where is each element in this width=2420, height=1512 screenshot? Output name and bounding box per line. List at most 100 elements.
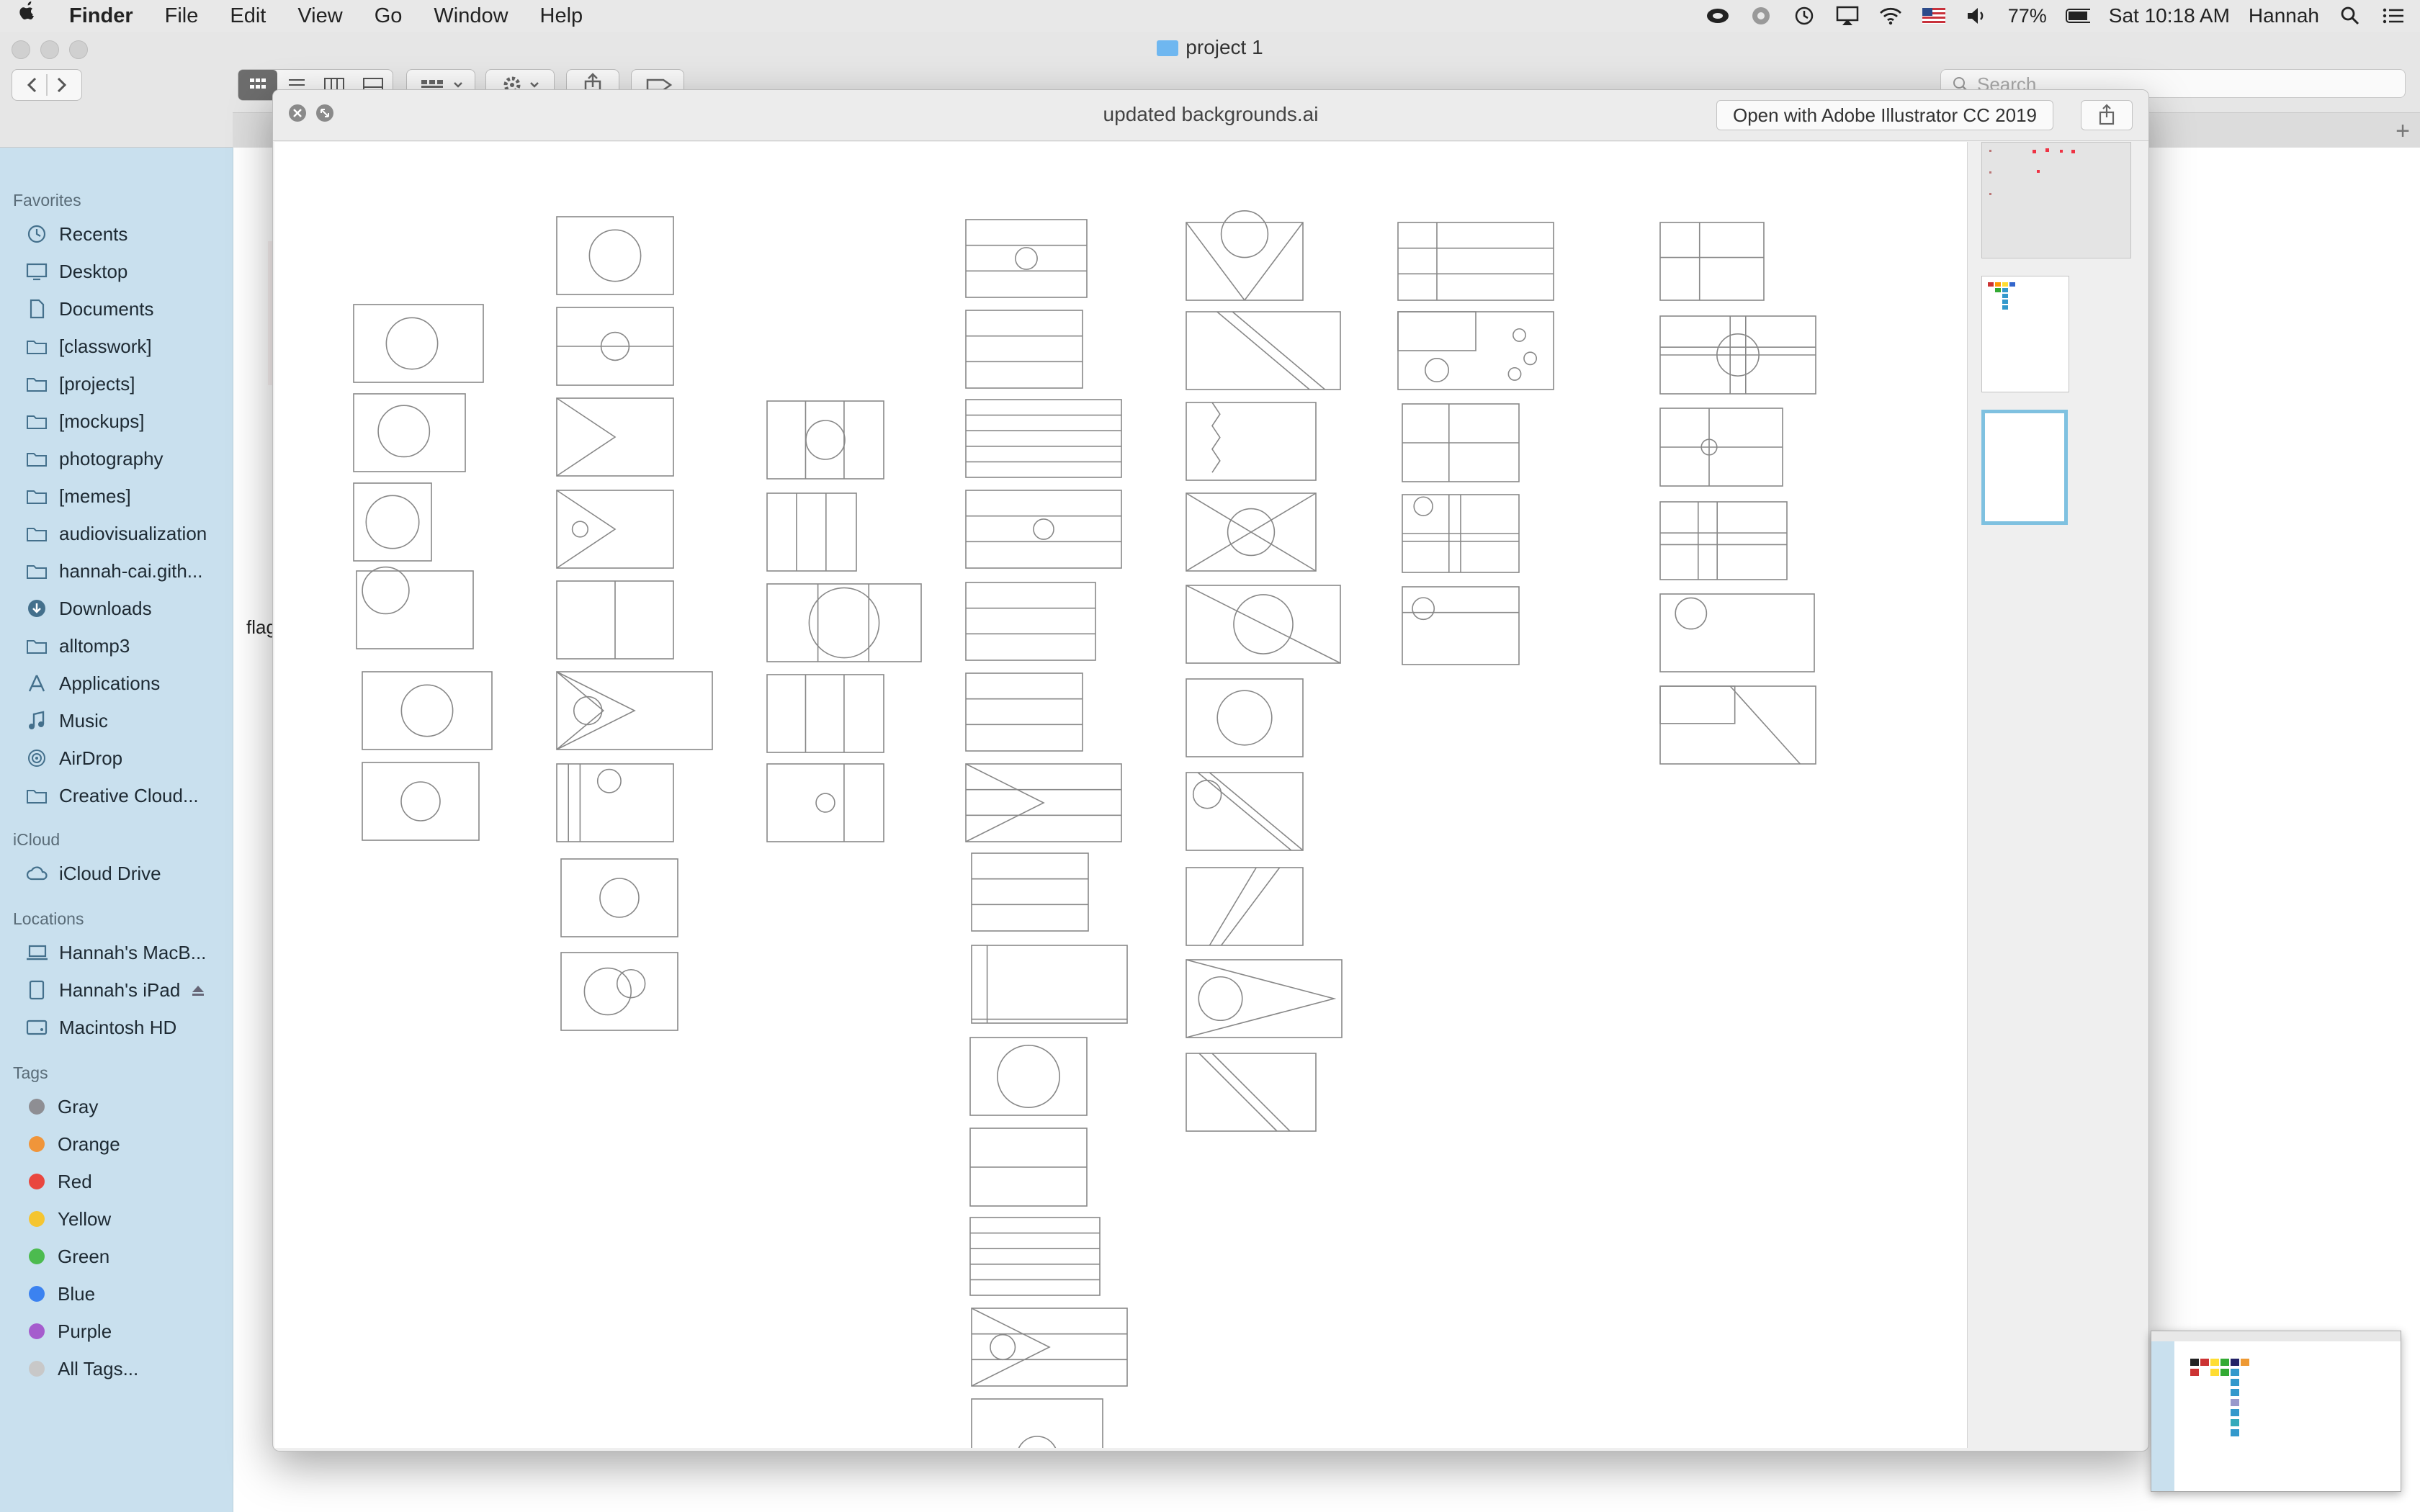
icloud-section-header: iCloud	[13, 830, 60, 849]
menu-view[interactable]: View	[282, 0, 358, 32]
sidebar-item-icloud-drive[interactable]: iCloud Drive	[26, 856, 161, 891]
folder-icon	[26, 560, 48, 582]
sidebar-item-label: Desktop	[59, 260, 128, 282]
sidebar-item-projects[interactable]: [projects]	[26, 366, 135, 401]
sync-icon[interactable]	[1749, 5, 1773, 27]
forward-icon	[57, 77, 67, 93]
sidebar-item-label: Downloads	[59, 597, 152, 619]
sidebar-item-hannah-cai-gith[interactable]: hannah-cai.gith...	[26, 554, 202, 588]
sidebar-item-label: Documents	[59, 297, 154, 320]
sidebar-item-label: [projects]	[59, 372, 135, 395]
new-tab-button[interactable]: +	[2396, 117, 2410, 145]
sidebar-item-photography[interactable]: photography	[26, 441, 163, 476]
music-icon	[26, 710, 48, 732]
menu-go[interactable]: Go	[359, 0, 418, 32]
tag-gray[interactable]: Gray	[29, 1089, 98, 1124]
flag-outline-34	[971, 1398, 1103, 1448]
sidebar-item-applications[interactable]: Applications	[26, 666, 160, 701]
back-forward-buttons[interactable]	[12, 69, 82, 101]
spotlight-icon[interactable]	[2338, 5, 2362, 27]
sidebar-item-audiovisualization[interactable]: audiovisualization	[26, 516, 207, 551]
menu-app-name[interactable]: Finder	[53, 0, 149, 32]
tag-yellow[interactable]: Yellow	[29, 1202, 111, 1236]
airplay-icon[interactable]	[1835, 5, 1860, 27]
battery-icon[interactable]	[2065, 5, 2090, 27]
sidebar-item-label: [memes]	[59, 485, 131, 507]
time-machine-icon[interactable]	[1792, 5, 1816, 27]
tag-color-dot	[29, 1286, 45, 1302]
tag-label: Orange	[58, 1133, 120, 1155]
open-with-illustrator-button[interactable]: Open with Adobe Illustrator CC 2019	[1716, 100, 2054, 130]
sidebar-item-documents[interactable]: Documents	[26, 292, 154, 326]
flag-outline-53	[1659, 501, 1788, 580]
quicklook-window: updated backgrounds.ai Open with Adobe I…	[272, 89, 2149, 1452]
sidebar-item-label: Hannah's MacB...	[59, 941, 207, 963]
wifi-icon[interactable]	[1878, 5, 1903, 27]
flag-outline-54	[1659, 593, 1815, 672]
sidebar-item-hannah-s-macb[interactable]: Hannah's MacB...	[26, 935, 206, 970]
flag-outline-28	[971, 852, 1089, 932]
sidebar: Favorites Recents Desktop Documents [classwo…	[0, 148, 233, 1512]
flag-outline-32	[969, 1217, 1101, 1296]
flag-outline-7	[556, 216, 674, 295]
clock[interactable]: Sat 10:18 AM	[2109, 4, 2230, 27]
sidebar-item-recents[interactable]: Recents	[26, 217, 127, 251]
notification-icon[interactable]	[2381, 5, 2406, 27]
tag-blue[interactable]: Blue	[29, 1277, 95, 1311]
user-name[interactable]: Hannah	[2249, 4, 2319, 27]
sidebar-item-music[interactable]: Music	[26, 703, 108, 738]
tag-label: Red	[58, 1170, 92, 1192]
eject-icon[interactable]	[192, 979, 205, 1002]
flag-outline-2	[353, 393, 466, 472]
creative-cloud-icon[interactable]	[1706, 5, 1730, 27]
artboard-thumbnail-1[interactable]	[1981, 142, 2131, 258]
sidebar-item-macintosh-hd[interactable]: Macintosh HD	[26, 1010, 176, 1045]
apple-icon	[19, 1, 34, 19]
menu-file[interactable]: File	[149, 0, 215, 32]
sidebar-item-label: photography	[59, 447, 163, 469]
sidebar-item-mockups[interactable]: [mockups]	[26, 404, 145, 438]
menu-edit[interactable]: Edit	[214, 0, 282, 32]
tag-label: Gray	[58, 1095, 99, 1117]
sidebar-item-desktop[interactable]: Desktop	[26, 254, 127, 289]
screenshot-preview-thumbnail[interactable]	[2151, 1331, 2401, 1492]
flag-outline-14	[560, 858, 678, 937]
menu-window[interactable]: Window	[418, 0, 524, 32]
apple-menu[interactable]	[0, 0, 53, 32]
flag-outline-24	[965, 490, 1122, 569]
folder-icon	[26, 410, 48, 432]
tag-red[interactable]: Red	[29, 1164, 92, 1199]
sidebar-item-hannah-s-ipad[interactable]: Hannah's iPad	[26, 973, 205, 1007]
us-flag-icon[interactable]	[1922, 5, 1946, 27]
sidebar-item-alltomp3[interactable]: alltomp3	[26, 629, 130, 663]
back-icon	[27, 77, 37, 93]
flag-outline-19	[766, 674, 884, 753]
tag-label: Yellow	[58, 1207, 112, 1230]
volume-icon[interactable]	[1965, 5, 1989, 27]
flag-outline-13	[556, 763, 674, 842]
flag-outline-20	[766, 763, 884, 842]
tag-orange[interactable]: Orange	[29, 1127, 120, 1161]
flag-outline-1	[353, 304, 484, 383]
flag-outline-42	[1186, 867, 1304, 946]
sidebar-item-airdrop[interactable]: AirDrop	[26, 741, 122, 775]
tag-green[interactable]: Green	[29, 1239, 109, 1274]
quicklook-share-button[interactable]	[2081, 100, 2133, 130]
battery-percent[interactable]: 77%	[2008, 5, 2047, 27]
flag-outline-45	[1397, 222, 1554, 301]
flag-outline-17	[766, 492, 857, 572]
flag-outline-30	[969, 1037, 1088, 1116]
airdrop-icon	[26, 747, 48, 769]
sidebar-item-classwork[interactable]: [classwork]	[26, 329, 152, 364]
sidebar-item-creative-cloud[interactable]: Creative Cloud...	[26, 778, 199, 813]
tag-purple[interactable]: Purple	[29, 1314, 112, 1349]
artboard-thumbnail-2[interactable]	[1981, 276, 2069, 392]
flag-outline-16	[766, 400, 884, 480]
tag-all-tags[interactable]: All Tags...	[29, 1351, 138, 1386]
sidebar-item-downloads[interactable]: Downloads	[26, 591, 152, 626]
menu-help[interactable]: Help	[524, 0, 599, 32]
tag-icon	[646, 78, 673, 91]
artboard-thumbnail-3-selected[interactable]	[1981, 410, 2068, 525]
sidebar-item-memes[interactable]: [memes]	[26, 479, 131, 513]
share-icon	[2102, 104, 2111, 117]
